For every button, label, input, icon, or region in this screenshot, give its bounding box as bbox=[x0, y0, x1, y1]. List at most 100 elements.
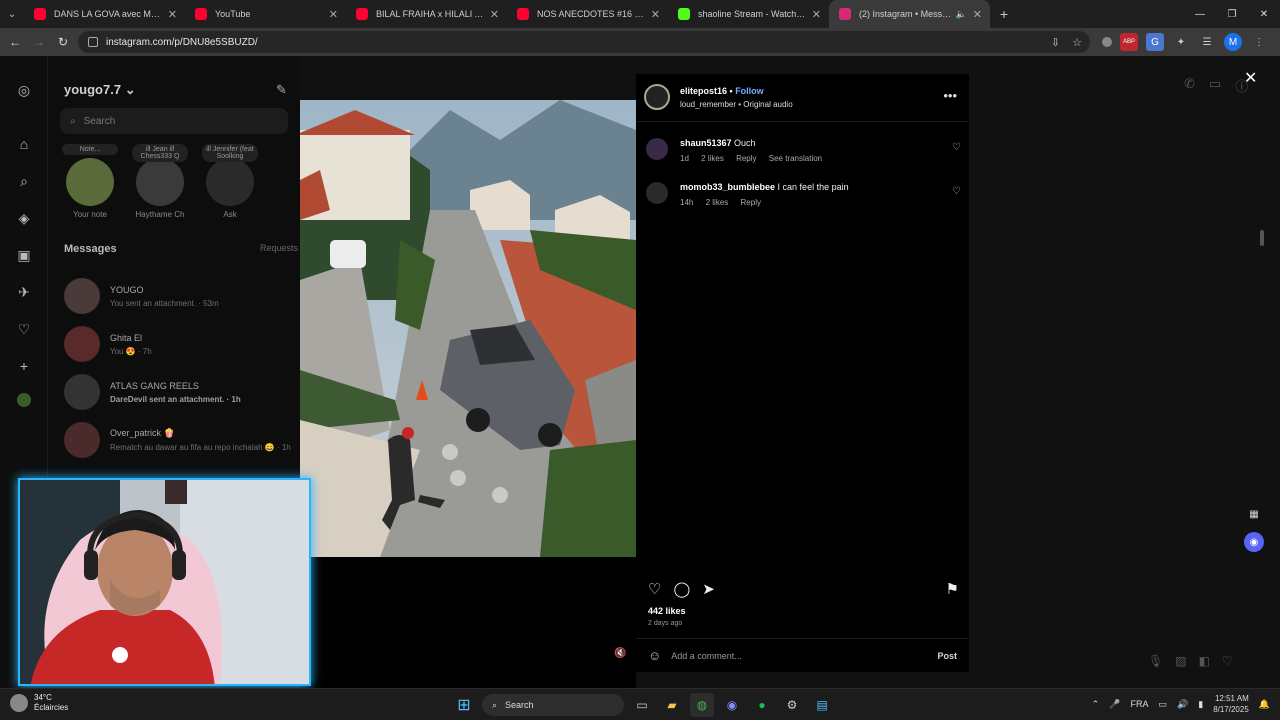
reading-list-icon[interactable]: ☰ bbox=[1198, 33, 1216, 51]
tab-close-icon[interactable]: ✕ bbox=[490, 8, 499, 21]
profile-avatar-icon[interactable] bbox=[17, 393, 31, 407]
microphone-icon[interactable]: 🎙 bbox=[1148, 654, 1163, 668]
tab-search-icon[interactable]: ⌄ bbox=[0, 0, 24, 28]
bookmark-star-icon[interactable]: ☆ bbox=[1072, 36, 1082, 49]
task-view-icon[interactable]: ▭ bbox=[630, 693, 654, 717]
comment-user[interactable]: shaun51367 bbox=[680, 138, 732, 148]
close-window-icon[interactable]: ✕ bbox=[1248, 0, 1280, 28]
network-icon[interactable]: ▭ bbox=[1159, 699, 1168, 710]
more-options-icon[interactable]: ••• bbox=[943, 88, 957, 103]
audio-subtitle[interactable]: loud_remember • Original audio bbox=[680, 100, 793, 109]
follow-button[interactable]: Follow bbox=[735, 86, 764, 96]
tab-audio-icon[interactable]: 🔈 bbox=[956, 9, 967, 20]
author-name[interactable]: elitepost16 bbox=[680, 86, 727, 96]
language-indicator[interactable]: FRA bbox=[1131, 699, 1149, 709]
like-comment-heart-icon[interactable]: ♡ bbox=[952, 142, 961, 153]
file-explorer-icon[interactable]: ▰ bbox=[660, 693, 684, 717]
heart-icon[interactable]: ♡ bbox=[1222, 654, 1233, 668]
avatar[interactable] bbox=[646, 138, 668, 160]
tab-close-icon[interactable]: ✕ bbox=[168, 8, 177, 21]
emoji-icon[interactable]: ☺ bbox=[648, 648, 661, 663]
phone-call-icon[interactable]: ✆ bbox=[1184, 76, 1195, 95]
spotify-icon[interactable]: ● bbox=[750, 693, 774, 717]
tray-mic-icon[interactable]: 🎤 bbox=[1109, 699, 1120, 710]
steam-icon[interactable]: ⚙ bbox=[780, 693, 804, 717]
tab-close-icon[interactable]: ✕ bbox=[329, 8, 338, 21]
tray-chevron-icon[interactable]: ⌃ bbox=[1092, 699, 1100, 710]
inbox-search-input[interactable]: ⌕ Search bbox=[60, 108, 288, 134]
comment-likes[interactable]: 2 likes bbox=[701, 154, 724, 163]
reply-button[interactable]: Reply bbox=[736, 154, 756, 163]
comment-input[interactable]: Add a comment... bbox=[671, 651, 937, 661]
create-plus-icon[interactable]: + bbox=[14, 356, 34, 376]
battery-icon[interactable]: ▮ bbox=[1198, 699, 1203, 710]
browser-tab[interactable]: (2) Instagram • Messages 🔈 ✕ bbox=[829, 0, 990, 28]
mute-icon[interactable]: 🔇 bbox=[614, 648, 628, 662]
info-icon[interactable]: ⓘ bbox=[1235, 76, 1248, 95]
note-item[interactable]: ill Jennifer (feat Soolking Ask bbox=[202, 144, 258, 219]
save-bookmark-icon[interactable]: ⚑ bbox=[946, 580, 959, 598]
chrome-icon[interactable]: ◍ bbox=[690, 693, 714, 717]
video-call-icon[interactable]: ▭ bbox=[1209, 76, 1221, 95]
browser-tab[interactable]: DANS LA GOVA avec Maes | "Le ✕ bbox=[24, 0, 185, 28]
taskbar-search[interactable]: ⌕ Search bbox=[482, 694, 624, 716]
author-avatar[interactable] bbox=[644, 84, 670, 110]
reel-video[interactable] bbox=[300, 100, 636, 557]
reload-icon[interactable]: ↻ bbox=[51, 30, 75, 54]
translate-icon[interactable]: G bbox=[1146, 33, 1164, 51]
tab-close-icon[interactable]: ✕ bbox=[812, 8, 821, 21]
instagram-logo-icon[interactable]: ◎ bbox=[14, 80, 34, 100]
back-icon[interactable]: ← bbox=[3, 30, 27, 54]
extension-dot-icon[interactable] bbox=[1102, 37, 1112, 47]
volume-icon[interactable]: 🔊 bbox=[1177, 699, 1188, 710]
new-tab-button[interactable]: + bbox=[990, 6, 1018, 22]
requests-link[interactable]: Requests bbox=[260, 243, 298, 253]
weather-widget[interactable]: 34°C Éclaircies bbox=[10, 693, 68, 713]
inbox-username[interactable]: yougo7.7 ⌄ bbox=[64, 82, 136, 98]
search-icon[interactable]: ⌕ bbox=[14, 171, 34, 191]
start-windows-icon[interactable]: ⊞ bbox=[452, 693, 476, 717]
comment-user[interactable]: momob33_bumblebee bbox=[680, 182, 775, 192]
reply-button[interactable]: Reply bbox=[741, 198, 761, 207]
discord-app-icon[interactable]: ◉ bbox=[720, 693, 744, 717]
compose-icon[interactable]: ✎ bbox=[276, 82, 287, 98]
share-send-icon[interactable]: ➤ bbox=[702, 580, 715, 598]
comment-likes[interactable]: 2 likes bbox=[706, 198, 729, 207]
comment-bubble-icon[interactable]: ◯ bbox=[673, 580, 690, 598]
like-heart-icon[interactable]: ♡ bbox=[648, 580, 661, 598]
adblock-icon[interactable]: ABP bbox=[1120, 33, 1138, 51]
scrollbar-thumb[interactable] bbox=[1260, 230, 1264, 246]
thread-item[interactable]: Over_patrick 🍿 Rematch au dawar au fifa … bbox=[64, 420, 294, 460]
browser-tab[interactable]: BILAL FRAIHA x HILALI ABDO: ✕ bbox=[346, 0, 507, 28]
post-comment-button[interactable]: Post bbox=[937, 651, 957, 661]
explore-icon[interactable]: ◈ bbox=[14, 208, 34, 228]
image-icon[interactable]: ▨ bbox=[1175, 654, 1186, 668]
avatar[interactable] bbox=[646, 182, 668, 204]
extensions-puzzle-icon[interactable]: ✦ bbox=[1172, 33, 1190, 51]
reels-icon[interactable]: ▣ bbox=[14, 245, 34, 265]
clock[interactable]: 12:51 AM 8/17/2025 bbox=[1213, 693, 1249, 715]
browser-menu-icon[interactable]: ⋮ bbox=[1250, 33, 1268, 51]
forward-icon[interactable]: → bbox=[27, 30, 51, 54]
minimize-icon[interactable]: — bbox=[1184, 0, 1216, 28]
sticker-icon[interactable]: ◧ bbox=[1199, 654, 1210, 668]
see-translation-link[interactable]: See translation bbox=[769, 154, 822, 163]
note-item[interactable]: ill Jean ill Chess333 Q Haythame Ch bbox=[132, 144, 188, 219]
profile-avatar[interactable]: M bbox=[1224, 33, 1242, 51]
tab-close-icon[interactable]: ✕ bbox=[973, 8, 982, 21]
note-item[interactable]: Note... Your note bbox=[62, 144, 118, 219]
thread-item[interactable]: YOUGO You sent an attachment. · 53m bbox=[64, 276, 294, 316]
notifications-heart-icon[interactable]: ♡ bbox=[14, 319, 34, 339]
discord-icon[interactable]: ◉ bbox=[1244, 532, 1264, 552]
install-app-icon[interactable]: ⇩ bbox=[1051, 36, 1060, 49]
thread-item[interactable]: Ghita El You 😍 · 7h bbox=[64, 324, 294, 364]
like-comment-heart-icon[interactable]: ♡ bbox=[952, 186, 961, 197]
restore-icon[interactable]: ❐ bbox=[1216, 0, 1248, 28]
browser-tab[interactable]: YouTube ✕ bbox=[185, 0, 346, 28]
browser-tab[interactable]: shaoline Stream - Watch Live o ✕ bbox=[668, 0, 829, 28]
browser-tab[interactable]: NOS ANECDOTES #16 (ft Faude ✕ bbox=[507, 0, 668, 28]
likes-count[interactable]: 442 likes bbox=[648, 606, 686, 616]
apps-grid-icon[interactable]: ▦ bbox=[1244, 504, 1264, 524]
thread-item[interactable]: ATLAS GANG REELS DareDevil sent an attac… bbox=[64, 372, 294, 412]
messenger-icon[interactable]: ✈ bbox=[14, 282, 34, 302]
